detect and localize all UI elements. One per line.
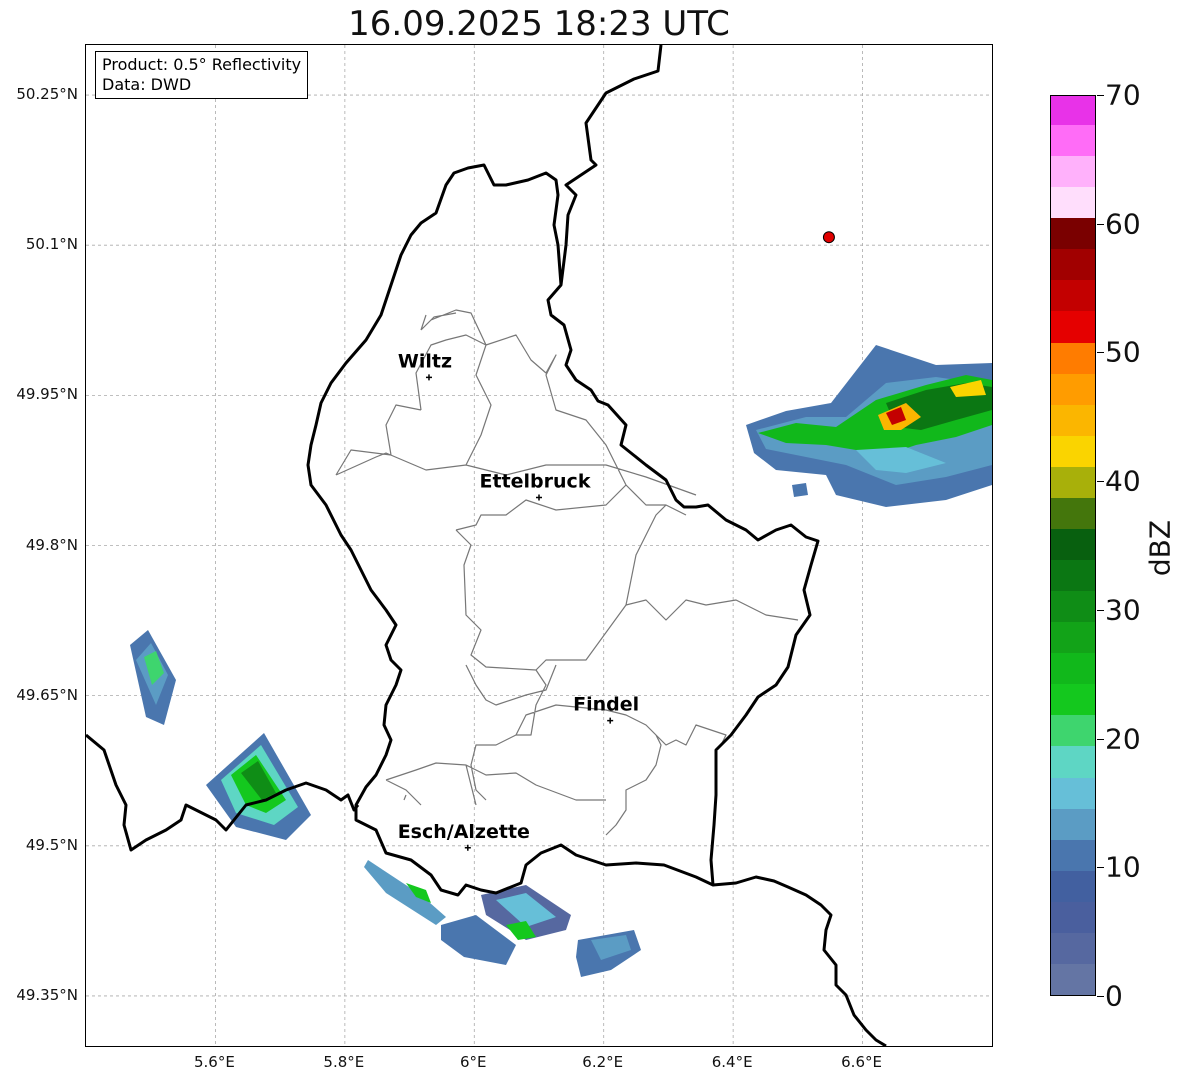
city-findel: Findel	[573, 694, 639, 724]
colorbar-tick	[1097, 996, 1104, 997]
colorbar	[1050, 95, 1096, 996]
colorbar-unit-label: dBZ	[1143, 519, 1177, 577]
lat-tick-label: 50.25°N	[16, 85, 78, 104]
colorbar-segment	[1051, 404, 1095, 436]
city-label: Esch/Alzette	[398, 821, 530, 843]
lat-tick-label: 50.1°N	[25, 235, 78, 254]
colorbar-tick	[1097, 95, 1104, 96]
lat-tick-label: 49.8°N	[25, 535, 78, 554]
city-label: Wiltz	[398, 350, 452, 372]
colorbar-segment	[1051, 124, 1095, 157]
city-label: Findel	[573, 694, 639, 716]
lat-tick-label: 49.5°N	[25, 835, 78, 854]
colorbar-tick	[1097, 738, 1104, 740]
lon-tick-label: 6.6°E	[841, 1053, 882, 1071]
colorbar-tick	[1097, 867, 1104, 869]
canton-boundaries	[335, 309, 799, 836]
product-label: Product: 0.5° Reflectivity	[102, 55, 302, 74]
map-title: 16.09.2025 18:23 UTC	[348, 4, 730, 44]
colorbar-tick-label: 0	[1105, 979, 1123, 1013]
colorbar-tick-label: 50	[1105, 335, 1141, 369]
colorbar-segment	[1051, 714, 1095, 747]
lon-tick-label: 5.6°E	[194, 1053, 235, 1071]
city-ettelbruck: Ettelbruck	[480, 470, 591, 501]
echo-cluster-east	[746, 345, 992, 507]
city-marker-icon	[425, 374, 432, 381]
colorbar-segment	[1051, 776, 1095, 809]
colorbar-segment	[1051, 621, 1095, 654]
colorbar-segment	[1051, 901, 1095, 933]
city-markers: Wiltz Ettelbruck Findel Esch/Alzette	[398, 350, 639, 851]
colorbar-tick-label: 70	[1105, 78, 1141, 112]
colorbar-segment	[1051, 435, 1095, 467]
colorbar-segment	[1051, 186, 1095, 219]
colorbar-segment	[1051, 310, 1095, 343]
colorbar-segment	[1051, 559, 1095, 592]
lon-tick-label: 6.2°E	[582, 1053, 624, 1071]
colorbar-tick-label: 40	[1105, 464, 1141, 498]
radar-map[interactable]: Wiltz Ettelbruck Findel Esch/Alzette	[85, 44, 993, 1047]
colorbar-tick-label: 10	[1105, 850, 1141, 884]
colorbar-segment	[1051, 96, 1095, 126]
lat-tick-label: 49.65°N	[16, 685, 78, 704]
lon-tick-label: 5.8°E	[323, 1053, 365, 1071]
colorbar-tick-label: 20	[1105, 722, 1141, 756]
colorbar-segment	[1051, 373, 1095, 405]
city-label: Ettelbruck	[480, 470, 591, 492]
location-marker[interactable]	[822, 231, 835, 244]
colorbar-segment	[1051, 870, 1095, 902]
colorbar-segment	[1051, 808, 1095, 840]
product-info-box: Product: 0.5° Reflectivity Data: DWD	[95, 51, 309, 99]
colorbar-segment	[1051, 217, 1095, 250]
radar-echoes	[130, 345, 992, 977]
colorbar-segment	[1051, 963, 1095, 995]
lat-tick-label: 49.35°N	[16, 985, 78, 1004]
colorbar-tick-label: 60	[1105, 207, 1141, 241]
colorbar-tick	[1097, 609, 1104, 611]
colorbar-tick-label: 30	[1105, 593, 1141, 627]
colorbar-segment	[1051, 279, 1095, 312]
city-esch-alzette: Esch/Alzette	[398, 821, 530, 851]
colorbar-segment	[1051, 341, 1095, 374]
city-wiltz: Wiltz	[398, 350, 452, 381]
colorbar-segment	[1051, 590, 1095, 623]
data-source-label: Data: DWD	[102, 75, 192, 94]
colorbar-segment	[1051, 528, 1095, 561]
colorbar-segment	[1051, 497, 1095, 529]
colorbar-segment	[1051, 155, 1095, 188]
lat-tick-label: 49.95°N	[16, 385, 78, 404]
city-marker-icon	[536, 494, 542, 501]
lon-tick-label: 6.4°E	[711, 1053, 753, 1071]
colorbar-tick	[1097, 481, 1104, 483]
colorbar-segment	[1051, 932, 1095, 964]
echo-cluster-south	[364, 860, 641, 977]
colorbar-segment	[1051, 745, 1095, 778]
city-marker-icon	[607, 717, 614, 724]
echo-cluster-west	[130, 630, 176, 725]
map-canvas: Wiltz Ettelbruck Findel Esch/Alzette	[86, 45, 992, 1046]
colorbar-segment	[1051, 683, 1095, 716]
national-border-germany-france	[712, 875, 887, 1046]
colorbar-segment	[1051, 652, 1095, 685]
colorbar-tick	[1097, 223, 1104, 225]
colorbar-segment	[1051, 248, 1095, 281]
colorbar-segment	[1051, 466, 1095, 498]
colorbar-tick	[1097, 352, 1104, 354]
lon-tick-label: 6°E	[460, 1053, 487, 1071]
colorbar-segment	[1051, 839, 1095, 871]
